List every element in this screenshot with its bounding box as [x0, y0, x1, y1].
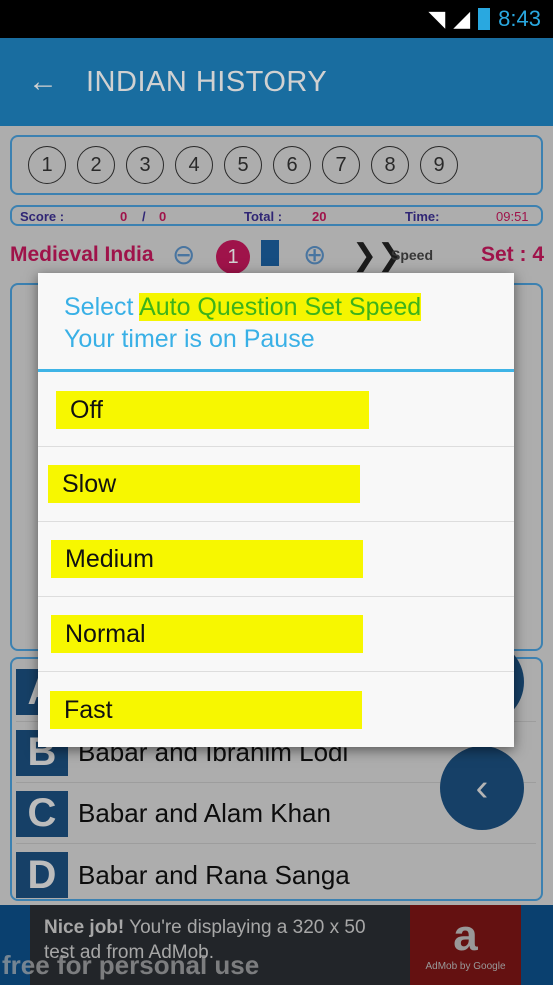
speed-dialog: Select Auto Question Set Speed Your time…	[38, 273, 514, 747]
speed-option-normal[interactable]: Normal	[38, 597, 514, 672]
dialog-subtitle: Your timer is on Pause	[64, 325, 315, 353]
speed-option-off[interactable]: Off	[38, 372, 514, 447]
signal-icon: ◢	[453, 6, 471, 31]
speed-option-medium[interactable]: Medium	[38, 522, 514, 597]
battery-charging-icon	[478, 8, 491, 30]
speed-option-slow[interactable]: Slow	[38, 447, 514, 522]
option-label: Medium	[51, 540, 363, 578]
wifi-icon: ◥	[428, 6, 446, 31]
option-label: Fast	[50, 691, 362, 729]
option-label: Off	[56, 391, 369, 429]
title-prefix: Select	[64, 293, 140, 321]
option-label: Normal	[51, 615, 363, 653]
dialog-title: Select Auto Question Set Speed Your time…	[38, 273, 514, 372]
clock: 8:43	[498, 6, 541, 31]
title-highlight: Auto Question Set Speed	[139, 293, 422, 321]
status-bar: ◥ ◢ 8:43	[0, 0, 553, 38]
speed-option-fast[interactable]: Fast	[38, 672, 514, 747]
option-label: Slow	[48, 465, 360, 503]
